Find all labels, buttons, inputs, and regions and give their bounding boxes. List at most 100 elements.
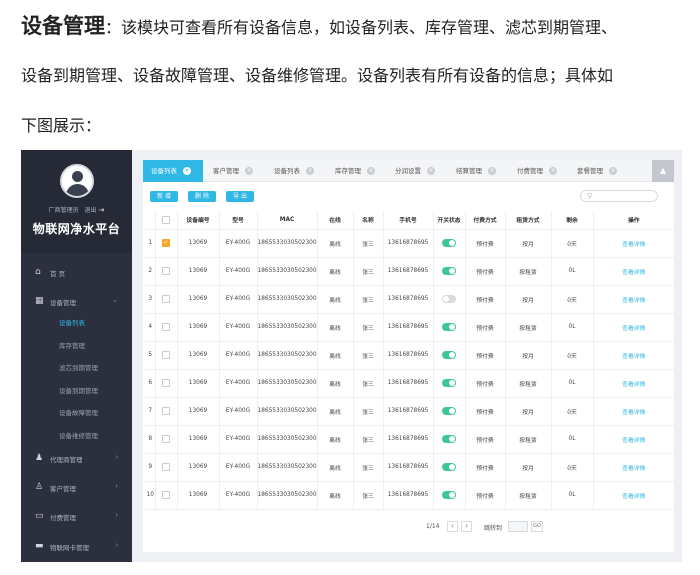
add-button[interactable]: 新 增 — [150, 191, 178, 202]
row-checkbox[interactable] — [162, 463, 170, 471]
action-cell: 查看详情 — [593, 453, 674, 482]
tab-inventory[interactable]: 库存管理 × — [335, 160, 375, 182]
collapse-up-button[interactable]: ▲ — [652, 160, 674, 182]
tab-settlement[interactable]: 结算管理 × — [456, 160, 496, 182]
view-details-link[interactable]: 查看详情 — [622, 354, 645, 360]
search-input[interactable]: ⚲ — [580, 190, 658, 202]
go-button[interactable]: GO — [531, 521, 543, 532]
view-details-link[interactable]: 查看详情 — [622, 270, 645, 276]
sidebar-item-customer-mgmt[interactable]: ♙ 客户管理 › — [21, 477, 132, 497]
switch-toggle[interactable] — [442, 267, 456, 275]
avatar[interactable] — [60, 164, 94, 198]
device-mac: 1865533030502300 — [257, 481, 318, 510]
row-checkbox[interactable] — [162, 407, 170, 415]
sidebar-item-agent-mgmt[interactable]: ♟ 代理商管理 › — [21, 448, 132, 468]
action-cell: 查看详情 — [593, 229, 674, 258]
device-id: 13069 — [177, 257, 220, 286]
row-checkbox[interactable] — [162, 351, 170, 359]
pay-method: 预付费 — [465, 453, 506, 482]
sidebar-subitem-device-expiry[interactable]: 设备到期管理 — [21, 382, 132, 400]
sidebar-subitem-device-repair[interactable]: 设备维修管理 — [21, 427, 132, 445]
row-checkbox[interactable] — [162, 491, 170, 499]
row-checkbox[interactable] — [162, 295, 170, 303]
header-index — [143, 211, 156, 230]
switch-cell — [433, 369, 466, 398]
switch-cell — [433, 257, 466, 286]
remaining: 0天 — [551, 453, 594, 482]
close-icon[interactable]: × — [549, 167, 557, 175]
tab-customer-mgmt[interactable]: 客户管理 × — [213, 160, 253, 182]
online-status: 离线 — [317, 369, 354, 398]
view-details-link[interactable]: 查看详情 — [622, 382, 645, 388]
online-status: 离线 — [317, 425, 354, 454]
tab-device-list[interactable]: 设备列表 × — [274, 160, 314, 182]
tab-package[interactable]: 套餐管理 × — [577, 160, 617, 182]
logout-icon[interactable]: ⇥ — [99, 206, 105, 214]
row-index: 6 — [143, 369, 156, 398]
sidebar-subitem-device-list[interactable]: 设备列表 — [21, 314, 132, 332]
row-checkbox[interactable] — [162, 267, 170, 275]
logout-link[interactable]: 退出 — [85, 207, 97, 214]
remaining: 0L — [551, 425, 594, 454]
switch-toggle[interactable] — [442, 379, 456, 387]
sidebar-subitem-device-fault[interactable]: 设备故障管理 — [21, 404, 132, 422]
view-details-link[interactable]: 查看详情 — [622, 466, 645, 472]
row-checkbox[interactable] — [162, 379, 170, 387]
sidebar-item-iot-card-mgmt[interactable]: ▬ 物联网卡管理 › — [21, 536, 132, 556]
device-mac: 1865533030502300 — [257, 257, 318, 286]
device-model: EY-400G — [219, 229, 258, 258]
next-page-button[interactable]: › — [461, 521, 472, 532]
view-details-link[interactable]: 查看详情 — [622, 410, 645, 416]
prev-page-button[interactable]: ‹ — [447, 521, 458, 532]
close-icon[interactable]: × — [488, 167, 496, 175]
close-icon[interactable]: × — [183, 167, 191, 175]
close-icon[interactable]: × — [427, 167, 435, 175]
device-id: 13069 — [177, 369, 220, 398]
select-all-checkbox[interactable] — [162, 215, 170, 224]
switch-toggle[interactable] — [442, 239, 456, 247]
view-details-link[interactable]: 查看详情 — [622, 326, 645, 332]
view-details-link[interactable]: 查看详情 — [622, 494, 645, 500]
switch-toggle[interactable] — [442, 407, 456, 415]
device-id: 13069 — [177, 425, 220, 454]
phone-number: 13616878695 — [383, 397, 434, 426]
close-icon[interactable]: × — [306, 167, 314, 175]
tab-billing[interactable]: 付费管理 × — [517, 160, 557, 182]
chevron-down-icon: ⌄ — [112, 296, 118, 304]
sidebar-subitem-filter-expiry[interactable]: 滤芯到期管理 — [21, 359, 132, 377]
switch-toggle[interactable] — [442, 491, 456, 499]
screenshot-figure: 厂商管理员 退出 ⇥ 物联网净水平台 ⌂ 首 页 ▦ 设备管理 ⌄ 设备列表 库存… — [21, 150, 682, 562]
pay-method: 预付费 — [465, 425, 506, 454]
switch-toggle[interactable] — [442, 435, 456, 443]
tab-profit-share[interactable]: 分润设置 × — [395, 160, 435, 182]
phone-number: 13616878695 — [383, 313, 434, 342]
export-button[interactable]: 导 出 — [226, 191, 254, 202]
sidebar-item-billing-mgmt[interactable]: ▭ 付费管理 › — [21, 506, 132, 526]
close-icon[interactable]: × — [245, 167, 253, 175]
view-details-link[interactable]: 查看详情 — [622, 298, 645, 304]
sidebar-item-home[interactable]: ⌂ 首 页 — [21, 262, 132, 282]
switch-toggle[interactable] — [442, 323, 456, 331]
view-details-link[interactable]: 查看详情 — [622, 438, 645, 444]
sidebar-subitem-inventory[interactable]: 库存管理 — [21, 337, 132, 355]
close-icon[interactable]: × — [367, 167, 375, 175]
switch-toggle[interactable] — [442, 295, 456, 303]
row-checkbox[interactable]: ✓ — [162, 239, 170, 247]
switch-toggle[interactable] — [442, 463, 456, 471]
view-details-link[interactable]: 查看详情 — [622, 242, 645, 248]
page-jump-input[interactable] — [508, 521, 528, 532]
phone-number: 13616878695 — [383, 453, 434, 482]
action-cell: 查看详情 — [593, 313, 674, 342]
switch-toggle[interactable] — [442, 351, 456, 359]
table-row: 7 13069 EY-400G 1865533030502300 离线 张三 1361687… — [143, 397, 674, 426]
close-icon[interactable]: × — [609, 167, 617, 175]
row-checkbox[interactable] — [162, 323, 170, 331]
pay-method: 预付费 — [465, 397, 506, 426]
row-index: 1 — [143, 229, 156, 258]
owner-name: 张三 — [353, 313, 384, 342]
tab-device-list-active[interactable]: 设备列表 × — [143, 160, 203, 182]
sidebar-item-device-mgmt[interactable]: ▦ 设备管理 ⌄ — [21, 291, 132, 311]
lease-method: 按租赁 — [505, 425, 552, 454]
delete-button[interactable]: 删 除 — [188, 191, 216, 202]
row-checkbox[interactable] — [162, 435, 170, 443]
